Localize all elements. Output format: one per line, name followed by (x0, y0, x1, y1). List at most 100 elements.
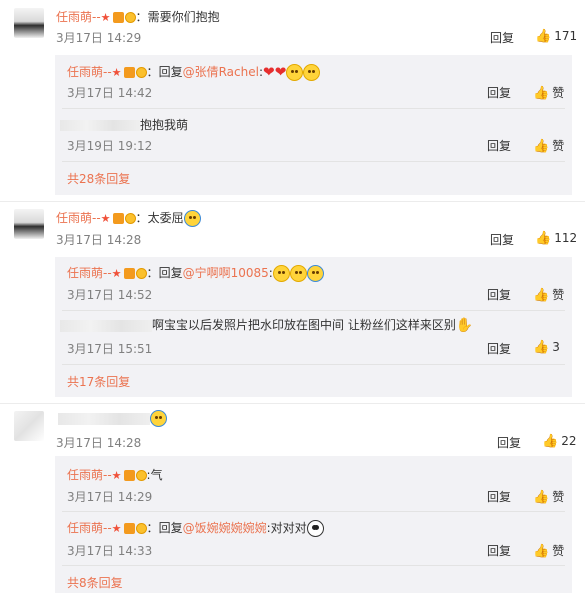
like-button[interactable]: 👍 赞 (533, 137, 564, 154)
reply-button[interactable]: 回复 (487, 137, 511, 154)
comment-time: 3月17日 14:28 (56, 233, 142, 247)
divider (62, 108, 565, 109)
avatar[interactable] (14, 209, 44, 239)
like-button[interactable]: 👍 112 (535, 231, 577, 246)
avatar[interactable] (14, 8, 44, 38)
reply-button[interactable]: 回复 (487, 286, 511, 303)
reply-line: 任雨萌--★ ：回复@宁啊啊10085: (67, 264, 324, 282)
like-button[interactable]: 👍 3 (533, 340, 560, 355)
like-label: 赞 (552, 288, 565, 302)
reply-text: :气 (146, 468, 163, 482)
star-badge-icon: ★ (111, 469, 122, 482)
emoji-icon (289, 265, 307, 282)
like-button[interactable]: 👍 171 (535, 29, 577, 44)
like-label: 赞 (552, 139, 565, 153)
thumbs-up-icon: 👍 (533, 139, 550, 154)
reply-button[interactable]: 回复 (487, 340, 511, 357)
member-badge-icon (135, 523, 147, 534)
star-badge-icon: ★ (111, 267, 122, 280)
member-badge-icon (135, 470, 147, 481)
vip-badge-icon (123, 67, 135, 78)
reply-button[interactable]: 回复 (497, 434, 521, 451)
reply-button[interactable]: 回复 (490, 231, 514, 248)
more-replies-link[interactable]: 共8条回复 (67, 574, 123, 591)
like-button[interactable]: 👍 赞 (533, 542, 564, 559)
divider (62, 565, 565, 566)
reply-button[interactable]: 回复 (487, 488, 511, 505)
divider (62, 161, 565, 162)
member-badge-icon (135, 67, 147, 78)
mention-link[interactable]: @饭婉婉婉婉婉 (183, 521, 267, 535)
like-label: 赞 (552, 490, 565, 504)
divider (62, 511, 565, 512)
more-replies-link[interactable]: 共28条回复 (67, 170, 130, 187)
colon: ： (135, 211, 148, 225)
comment-line (58, 410, 167, 427)
colon: ： (146, 521, 159, 535)
comment-line: 任雨萌--★ ：太委屈 (56, 209, 201, 227)
mention-link[interactable]: @张倩Rachel (183, 65, 259, 79)
member-badge-icon (124, 12, 136, 23)
emoji-icon (286, 64, 304, 81)
star-badge-icon: ★ (100, 11, 111, 24)
username-link[interactable]: 任雨萌-- (67, 266, 112, 280)
thumbs-up-icon: 👍 (535, 29, 552, 44)
vip-badge-icon (123, 470, 135, 481)
divider (0, 403, 585, 404)
blurred-username[interactable] (58, 412, 150, 425)
comment-time: 3月17日 14:28 (56, 436, 142, 450)
star-badge-icon: ★ (100, 212, 111, 225)
reply-button[interactable]: 回复 (490, 29, 514, 46)
username-link[interactable]: 任雨萌-- (56, 10, 101, 24)
reply-time: 3月17日 14:33 (67, 544, 153, 558)
blurred-username[interactable] (60, 319, 152, 332)
reply-time: 3月19日 19:12 (67, 139, 153, 153)
star-badge-icon: ★ (111, 522, 122, 535)
heart-icon: ❤ (262, 64, 275, 81)
emoji-icon (306, 265, 324, 282)
reply-prefix: 回复 (158, 65, 183, 79)
divider (62, 364, 565, 365)
reply-time: 3月17日 14:42 (67, 86, 153, 100)
like-button[interactable]: 👍 22 (542, 434, 576, 449)
mention-link[interactable]: @宁啊啊10085 (183, 266, 269, 280)
colon: ： (146, 65, 159, 79)
like-button[interactable]: 👍 赞 (533, 488, 564, 505)
username-link[interactable]: 任雨萌-- (67, 521, 112, 535)
like-button[interactable]: 👍 赞 (533, 286, 564, 303)
username-link[interactable]: 任雨萌-- (56, 211, 101, 225)
reply-text: 抱抱我萌 (140, 118, 189, 132)
username-link[interactable]: 任雨萌-- (67, 468, 112, 482)
reply-prefix: 回复 (158, 521, 183, 535)
reply-text: :对对对 (266, 521, 307, 535)
emoji-icon (303, 64, 321, 81)
reply-time: 3月17日 14:52 (67, 288, 153, 302)
avatar[interactable] (14, 411, 44, 441)
emoji-icon (150, 410, 167, 427)
reply-line: 抱抱我萌 (60, 116, 188, 133)
vip-badge-icon (112, 213, 124, 224)
like-count: 22 (561, 434, 577, 448)
thumbs-up-icon: 👍 (533, 86, 550, 101)
like-button[interactable]: 👍 赞 (533, 84, 564, 101)
comment-line: 任雨萌--★ ：需要你们抱抱 (56, 8, 220, 25)
more-replies-link[interactable]: 共17条回复 (67, 373, 130, 390)
reply-button[interactable]: 回复 (487, 542, 511, 559)
member-badge-icon (135, 268, 147, 279)
reply-time: 3月17日 14:29 (67, 490, 153, 504)
comment-time: 3月17日 14:29 (56, 31, 142, 45)
heart-icon: ❤ (274, 64, 287, 81)
blurred-username[interactable] (60, 120, 140, 131)
reply-line: 任雨萌--★ ：回复@饭婉婉婉婉婉:对对对 (67, 519, 324, 537)
reply-text: 啊宝宝以后发照片把水印放在图中间 让粉丝们这样来区别 (152, 318, 456, 332)
member-badge-icon (124, 213, 136, 224)
colon: ： (146, 266, 159, 280)
thumbs-up-icon: 👍 (533, 288, 550, 303)
username-link[interactable]: 任雨萌-- (67, 65, 112, 79)
reply-button[interactable]: 回复 (487, 84, 511, 101)
reply-line: 啊宝宝以后发照片把水印放在图中间 让粉丝们这样来区别✋ (60, 316, 473, 334)
hand-icon: ✋ (455, 317, 474, 334)
vip-badge-icon (123, 523, 135, 534)
comment-text: 需要你们抱抱 (147, 10, 220, 24)
reply-line: 任雨萌--★ ：回复@张倩Rachel:❤❤ (67, 63, 321, 81)
